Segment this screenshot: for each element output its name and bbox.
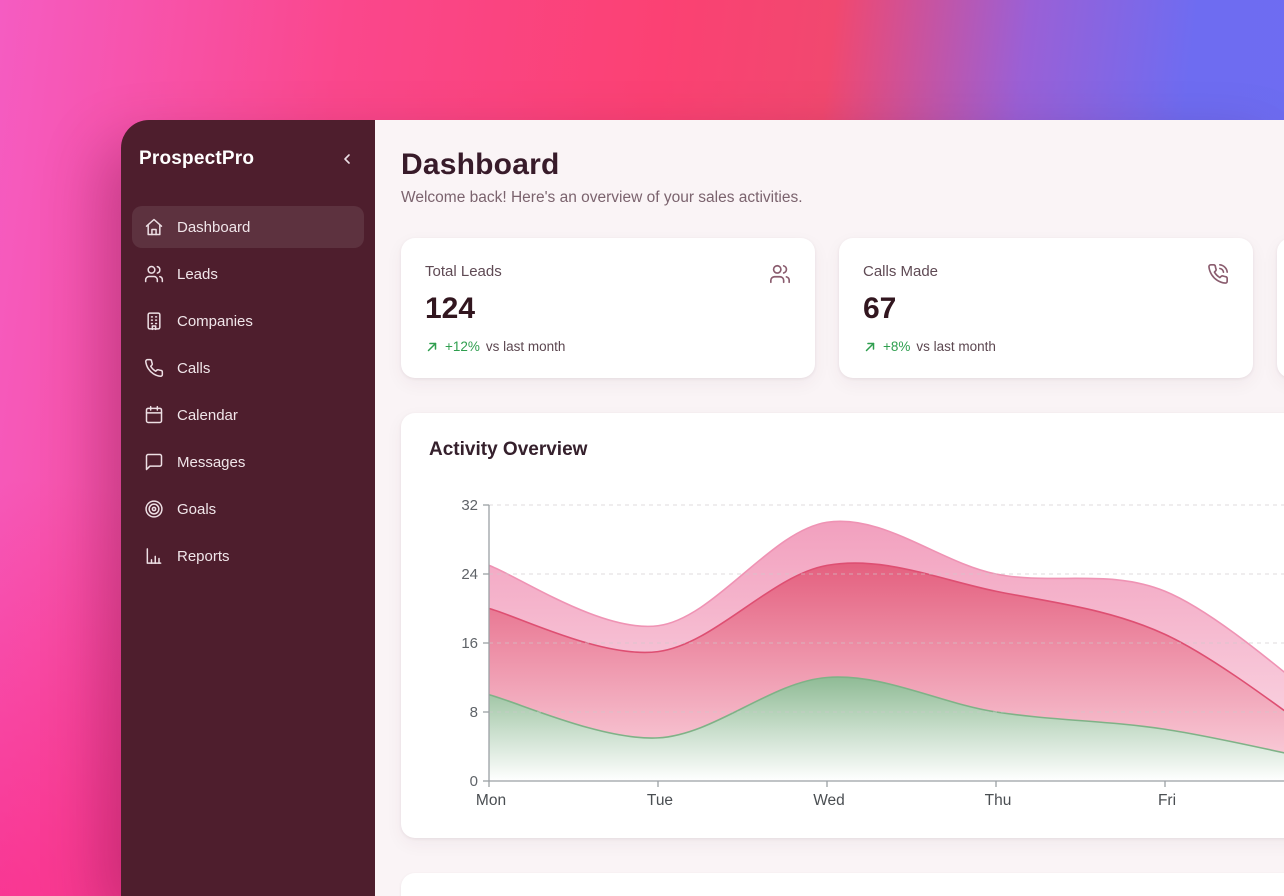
stat-card-total-leads: Total Leads 124 +12% vs last month: [401, 238, 815, 378]
calendar-icon: [144, 405, 164, 425]
sidebar-item-label: Calls: [177, 360, 210, 377]
x-tick-label: Thu: [985, 792, 1012, 809]
sidebar-item-goals[interactable]: Goals: [132, 488, 364, 530]
sidebar-item-companies[interactable]: Companies: [132, 300, 364, 342]
trend-note: vs last month: [916, 339, 996, 354]
sidebar-item-label: Leads: [177, 266, 218, 283]
sidebar-nav: Dashboard Leads Companies Calls Calendar…: [132, 206, 364, 577]
stat-label: Calls Made: [863, 263, 938, 280]
stat-card-clipped: [1277, 238, 1284, 378]
trend-delta: +12%: [445, 339, 480, 354]
activity-chart: 0 8 16 24 32 Mon Tue Wed Thu Fri: [429, 496, 1284, 821]
stat-label: Total Leads: [425, 263, 502, 280]
x-tick-label: Fri: [1158, 792, 1176, 809]
sidebar-item-label: Companies: [177, 313, 253, 330]
sidebar-item-label: Goals: [177, 501, 216, 518]
stat-card-row: Total Leads 124 +12% vs last month Calls…: [401, 238, 1284, 378]
sidebar-item-calls[interactable]: Calls: [132, 347, 364, 389]
sidebar-collapse-button[interactable]: [337, 149, 357, 169]
page-subtitle: Welcome back! Here's an overview of your…: [401, 189, 1284, 207]
next-section-card-clipped: [401, 873, 1284, 896]
x-tick-label: Wed: [813, 792, 845, 809]
trend-note: vs last month: [486, 339, 566, 354]
main-content: Dashboard Welcome back! Here's an overvi…: [375, 120, 1284, 896]
stat-value: 67: [863, 292, 1229, 326]
y-tick-label: 32: [461, 497, 478, 514]
phone-icon: [144, 358, 164, 378]
page-title: Dashboard: [401, 148, 1284, 182]
sidebar-item-label: Dashboard: [177, 219, 250, 236]
sidebar: ProspectPro Dashboard Leads Companies: [121, 120, 375, 896]
sidebar-header: ProspectPro: [132, 148, 364, 170]
y-tick-label: 24: [461, 566, 478, 583]
stat-value: 124: [425, 292, 791, 326]
target-icon: [144, 499, 164, 519]
y-tick-label: 8: [470, 704, 478, 721]
desktop-background: { "sidebar": { "brand": "ProspectPro", "…: [0, 0, 1284, 896]
sidebar-item-calendar[interactable]: Calendar: [132, 394, 364, 436]
stat-card-calls-made: Calls Made 67 +8% vs last month: [839, 238, 1253, 378]
app-window: ProspectPro Dashboard Leads Companies: [121, 120, 1284, 896]
trend-delta: +8%: [883, 339, 910, 354]
chart-title: Activity Overview: [429, 439, 1284, 461]
activity-area-chart: 0 8 16 24 32 Mon Tue Wed Thu Fri: [429, 496, 1284, 816]
users-icon: [144, 264, 164, 284]
sidebar-item-label: Reports: [177, 548, 230, 565]
x-tick-label: Mon: [476, 792, 506, 809]
sidebar-item-label: Calendar: [177, 407, 238, 424]
home-icon: [144, 217, 164, 237]
chevron-left-icon: [339, 151, 355, 167]
sidebar-item-leads[interactable]: Leads: [132, 253, 364, 295]
stat-trend: +8% vs last month: [863, 339, 1229, 354]
phone-call-icon: [1207, 263, 1229, 285]
message-icon: [144, 452, 164, 472]
y-tick-label: 0: [470, 773, 478, 790]
bar-chart-icon: [144, 546, 164, 566]
stat-trend: +12% vs last month: [425, 339, 791, 354]
sidebar-item-reports[interactable]: Reports: [132, 535, 364, 577]
activity-overview-card: Activity Overview 0 8 16 24 32 Mon Tue Wed Thu Fr…: [401, 413, 1284, 838]
x-tick-label: Tue: [647, 792, 673, 809]
users-icon: [769, 263, 791, 285]
trend-up-icon: [425, 340, 439, 354]
sidebar-item-dashboard[interactable]: Dashboard: [132, 206, 364, 248]
sidebar-item-messages[interactable]: Messages: [132, 441, 364, 483]
building-icon: [144, 311, 164, 331]
sidebar-item-label: Messages: [177, 454, 245, 471]
trend-up-icon: [863, 340, 877, 354]
y-tick-label: 16: [461, 635, 478, 652]
app-brand: ProspectPro: [139, 148, 254, 170]
